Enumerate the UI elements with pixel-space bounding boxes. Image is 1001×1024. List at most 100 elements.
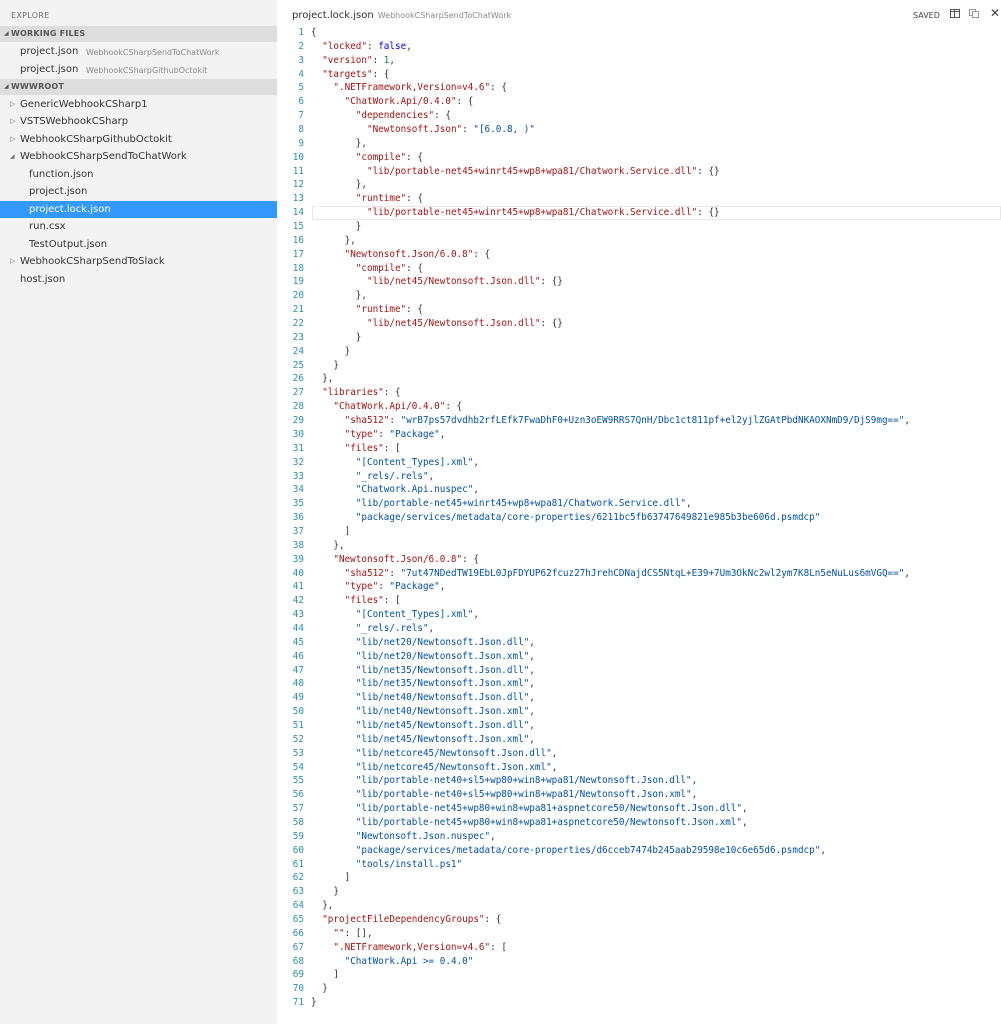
working-files-header[interactable]: ◢ WORKING FILES	[0, 26, 277, 42]
line-number: 6	[298, 96, 304, 108]
code-line: 55 "lib/portable-net40+sl5+wp80+win8+wpa…	[277, 774, 1001, 788]
line-text: },	[311, 900, 334, 912]
open-changes-icon[interactable]	[969, 9, 979, 18]
line-number: 18	[292, 262, 304, 274]
line-number: 44	[292, 622, 304, 634]
working-file-name: project.json	[20, 64, 79, 75]
code-line: 7 "dependencies": {	[277, 109, 1001, 123]
working-file-name: project.json	[20, 46, 79, 57]
tree-folder-webhookcsharpsendtoslack[interactable]: ▷ WebhookCSharpSendToSlack	[0, 253, 277, 270]
line-text: ".NETFramework,Version=v4.6": {	[333, 82, 507, 94]
close-editor-icon[interactable]: ✕	[990, 6, 1000, 20]
line-text: },	[311, 179, 367, 191]
code-line: 58 "lib/portable-net45+wp80+win8+wpa81+a…	[277, 816, 1001, 830]
code-line: 54 "lib/netcore45/Newtonsoft.Json.xml",	[277, 761, 1001, 775]
collapsed-chevron-icon: ▷	[10, 135, 16, 143]
line-number: 25	[292, 359, 304, 371]
line-number: 32	[292, 456, 304, 468]
code-line: 35 "lib/portable-net45+winrt45+wp8+wpa81…	[277, 497, 1001, 511]
code-line: 5 ".NETFramework,Version=v4.6": {	[277, 81, 1001, 95]
code-line: 39 "Newtonsoft.Json/6.0.8": {	[277, 553, 1001, 567]
working-file-item[interactable]: project.json WebhookCSharpGithubOctokit	[0, 61, 277, 79]
code-line: 10 "compile": {	[277, 151, 1001, 165]
tree-file-project-json[interactable]: project.json	[0, 183, 277, 200]
tree-item-label: project.json	[29, 186, 88, 197]
tree-file-project-lock-json[interactable]: project.lock.json	[0, 201, 277, 218]
tree-item-label: run.csx	[29, 221, 66, 232]
expanded-caret-icon: ◢	[4, 30, 9, 37]
code-line: 40 "sha512": "7ut47NDedTW19EbL0JpFDYUP62…	[277, 567, 1001, 581]
code-line: 15 }	[277, 220, 1001, 234]
tree-file-testoutput-json[interactable]: TestOutput.json	[0, 236, 277, 253]
line-text: "runtime": {	[355, 304, 423, 316]
line-text: }	[311, 359, 339, 371]
line-text: "": [],	[333, 927, 373, 939]
line-number: 21	[292, 304, 304, 316]
saved-status: SAVED	[913, 11, 940, 20]
line-number: 58	[292, 816, 304, 828]
tree-folder-webhookcsharpsendtochatwork[interactable]: ◢ WebhookCSharpSendToChatWork	[0, 148, 277, 165]
tree-file-function-json[interactable]: function.json	[0, 166, 277, 183]
line-number: 29	[292, 415, 304, 427]
code-line: 46 "lib/net20/Newtonsoft.Json.xml",	[277, 650, 1001, 664]
code-line: 30 "type": "Package",	[277, 428, 1001, 442]
split-editor-icon[interactable]	[950, 9, 960, 18]
tree-file-run-csx[interactable]: run.csx	[0, 218, 277, 235]
code-line: 36 "package/services/metadata/core-prope…	[277, 511, 1001, 525]
line-number: 5	[298, 82, 304, 94]
line-text: "package/services/metadata/core-properti…	[355, 512, 821, 524]
line-text: "lib/portable-net45+wp80+win8+wpa81+aspn…	[355, 803, 748, 815]
expanded-chevron-icon: ◢	[10, 153, 15, 160]
line-number: 47	[292, 664, 304, 676]
line-text: }	[311, 983, 328, 995]
code-line: 45 "lib/net20/Newtonsoft.Json.dll",	[277, 636, 1001, 650]
code-view[interactable]: 1{2 "locked": false, 3 "version": 1, 4 "ta…	[277, 26, 1001, 1010]
code-line: 62 ]	[277, 871, 1001, 885]
line-number: 23	[292, 331, 304, 343]
line-text: }	[311, 331, 362, 343]
line-number: 13	[292, 193, 304, 205]
code-line: 51 "lib/net45/Newtonsoft.Json.dll",	[277, 719, 1001, 733]
line-number: 63	[292, 886, 304, 898]
line-number: 67	[292, 941, 304, 953]
line-number: 1	[298, 27, 304, 38]
wwwroot-header[interactable]: ◢ WWWROOT	[0, 79, 277, 95]
line-text: "lib/net40/Newtonsoft.Json.xml",	[355, 706, 535, 718]
line-number: 22	[292, 318, 304, 330]
tree-item-label: VSTSWebhookCSharp	[20, 116, 129, 127]
line-text: "[Content_Types].xml",	[355, 609, 479, 621]
line-number: 46	[292, 650, 304, 662]
line-text: "runtime": {	[355, 193, 423, 205]
tree-folder-genericwebhookcsharp1[interactable]: ▷ GenericWebhookCSharp1	[0, 96, 277, 113]
code-line: 66 "": [],	[277, 927, 1001, 941]
line-text: ]	[311, 872, 351, 884]
line-number: 48	[292, 678, 304, 690]
code-line: 11 "lib/portable-net45+winrt45+wp8+wpa81…	[277, 165, 1001, 179]
tree-folder-vstswebhookcsharp[interactable]: ▷ VSTSWebhookCSharp	[0, 113, 277, 130]
code-line: 59 "Newtonsoft.Json.nuspec",	[277, 830, 1001, 844]
tree-file-host-json[interactable]: host.json	[0, 271, 277, 288]
line-number: 36	[292, 512, 304, 524]
code-line: 31 "files": [	[277, 442, 1001, 456]
line-number: 66	[292, 927, 304, 939]
line-number: 17	[292, 248, 304, 260]
line-text: },	[311, 373, 334, 385]
working-file-item[interactable]: project.json WebhookCSharpSendToChatWork	[0, 43, 277, 61]
line-number: 57	[292, 803, 304, 815]
line-number: 7	[298, 110, 304, 122]
line-number: 34	[292, 484, 304, 496]
line-number: 55	[292, 775, 304, 787]
code-line: 38 },	[277, 539, 1001, 553]
code-line: 33 "_rels/.rels",	[277, 470, 1001, 484]
line-number: 20	[292, 290, 304, 302]
line-text: "lib/net20/Newtonsoft.Json.dll",	[355, 636, 535, 648]
tree-folder-webhookcsharpgithuboctokit[interactable]: ▷ WebhookCSharpGithubOctokit	[0, 131, 277, 148]
code-line: 28 "ChatWork.Api/0.4.0": {	[277, 400, 1001, 414]
code-line: 48 "lib/net35/Newtonsoft.Json.xml",	[277, 677, 1001, 691]
line-number: 69	[292, 969, 304, 981]
tree-item-label: TestOutput.json	[29, 239, 108, 250]
line-text: "lib/net20/Newtonsoft.Json.xml",	[355, 650, 535, 662]
line-text: "lib/netcore45/Newtonsoft.Json.dll",	[355, 747, 558, 759]
line-number: 16	[292, 234, 304, 246]
line-text: "ChatWork.Api/0.4.0": {	[333, 401, 463, 413]
